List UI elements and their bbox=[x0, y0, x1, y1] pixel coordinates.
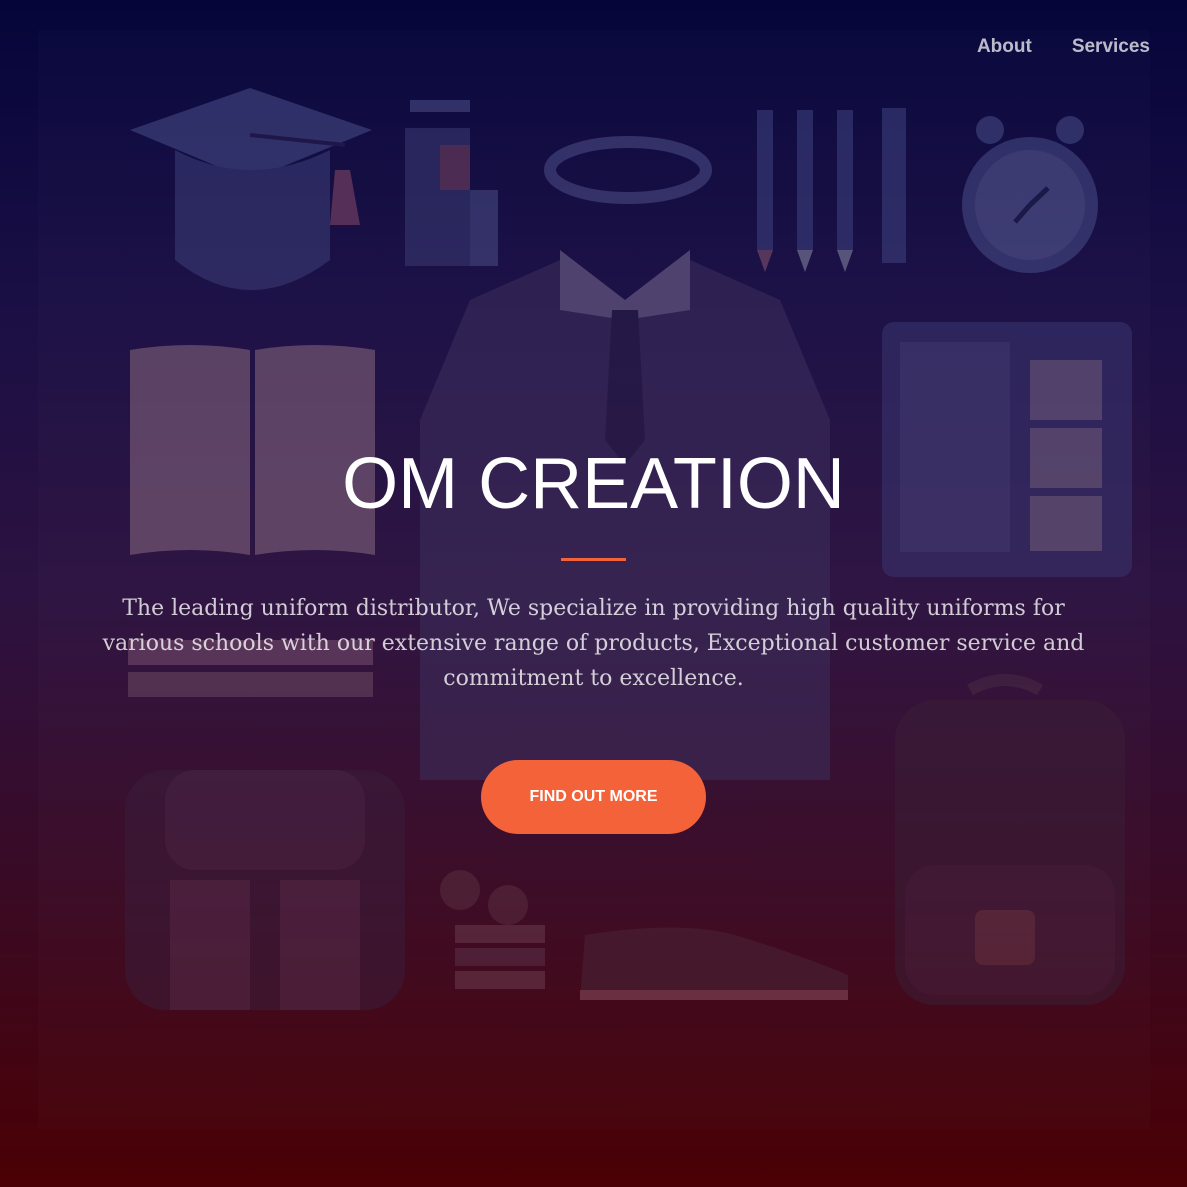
find-out-more-button[interactable]: FIND OUT MORE bbox=[481, 760, 706, 834]
sneaker-icon bbox=[580, 927, 848, 1000]
nav-link-about[interactable]: About bbox=[977, 36, 1032, 58]
hero-section: OM CREATION The leading uniform distribu… bbox=[0, 440, 1187, 834]
pens-icon bbox=[757, 108, 906, 272]
top-navigation: About Services bbox=[977, 36, 1150, 58]
graduation-cap-icon bbox=[130, 88, 372, 290]
ruler-box-icon bbox=[405, 100, 498, 266]
alarm-clock-icon bbox=[962, 116, 1098, 273]
headband-icon bbox=[544, 136, 712, 204]
hero-tagline: The leading uniform distributor, We spec… bbox=[102, 596, 1085, 691]
title-divider bbox=[561, 558, 626, 561]
page-title: OM CREATION bbox=[342, 444, 845, 524]
nav-link-services[interactable]: Services bbox=[1072, 36, 1150, 58]
apples-books-icon bbox=[440, 870, 545, 989]
